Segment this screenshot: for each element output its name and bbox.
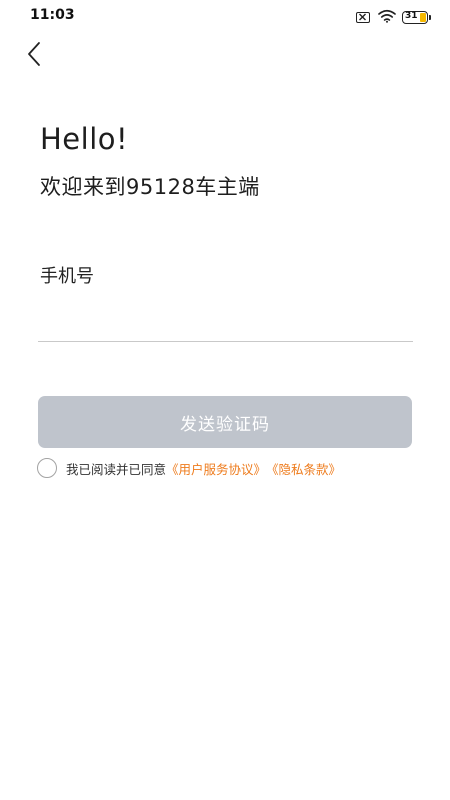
agreement-row: 我已阅读并已同意 《用户服务协议》 《隐私条款》 bbox=[37, 457, 341, 479]
status-icons: 31 bbox=[356, 8, 431, 27]
sim-off-icon bbox=[356, 11, 370, 23]
privacy-policy-link[interactable]: 《隐私条款》 bbox=[266, 459, 341, 478]
agree-text: 我已阅读并已同意 bbox=[66, 461, 167, 477]
status-bar: 11:03 31 bbox=[0, 0, 450, 32]
user-agreement-link[interactable]: 《用户服务协议》 bbox=[166, 459, 266, 478]
phone-label: 手机号 bbox=[40, 266, 94, 287]
greeting-subtitle: 欢迎来到95128车主端 bbox=[40, 175, 260, 199]
login-screen: 11:03 31 Hello! 欢迎来到95128车主端 手机号 发送验证码 我… bbox=[0, 0, 450, 800]
status-time: 11:03 bbox=[30, 7, 75, 23]
battery-fill bbox=[420, 12, 426, 22]
battery-icon: 31 bbox=[402, 10, 431, 24]
phone-input[interactable] bbox=[38, 300, 413, 342]
greeting-title: Hello! bbox=[40, 122, 129, 156]
agree-checkbox[interactable] bbox=[37, 458, 57, 478]
battery-tip bbox=[429, 14, 431, 20]
wifi-icon bbox=[378, 8, 396, 27]
send-code-button[interactable]: 发送验证码 bbox=[38, 396, 412, 448]
back-button[interactable] bbox=[18, 38, 50, 70]
chevron-left-icon bbox=[28, 42, 40, 66]
battery-level: 31 bbox=[405, 10, 418, 21]
